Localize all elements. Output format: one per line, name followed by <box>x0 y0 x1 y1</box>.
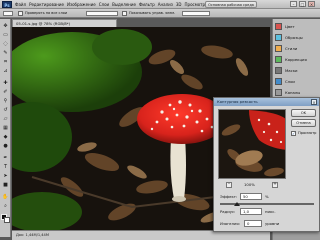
blur-tool-icon[interactable]: ◆ <box>1 133 10 141</box>
clone-stamp-tool-icon[interactable]: ⚲ <box>1 97 10 105</box>
brush-tool-icon[interactable]: ✐ <box>1 88 10 96</box>
channels-icon <box>275 88 282 96</box>
pen-tool-icon[interactable]: ✒ <box>1 154 10 162</box>
color-icon <box>275 22 282 30</box>
threshold-input[interactable]: 0 <box>244 220 262 227</box>
zoom-out-button[interactable]: – <box>226 182 232 188</box>
amount-slider-handle[interactable] <box>234 202 240 206</box>
crop-tool-icon[interactable]: ⌗ <box>1 58 10 66</box>
zoom-in-button[interactable]: + <box>272 182 278 188</box>
amount-unit: % <box>265 194 269 199</box>
move-tool-icon[interactable]: ✥ <box>1 22 10 30</box>
radius-label: Радиус: <box>220 209 236 214</box>
zoom-tool-icon[interactable]: ⌕ <box>1 202 10 210</box>
eraser-tool-icon[interactable]: ▱ <box>1 115 10 123</box>
zoom-level: 100% <box>244 182 255 187</box>
show-transform-checkbox[interactable] <box>122 11 127 16</box>
zoom-controls: – 100% + <box>218 182 286 188</box>
filter-preview[interactable] <box>218 109 286 179</box>
dock-item-swatches[interactable]: Образцы <box>275 32 319 42</box>
unsharp-mask-dialog: Контурная резкость × OK Отмена ✓ Просмот… <box>213 97 320 232</box>
auto-select-checkbox[interactable] <box>18 11 23 16</box>
dock-item-adjustments[interactable]: Коррекция <box>275 54 319 64</box>
maximize-button[interactable]: □ <box>299 1 306 7</box>
layers-icon <box>275 77 282 85</box>
dock-item-styles[interactable]: Стили <box>275 43 319 53</box>
tool-preset-picker[interactable] <box>3 11 13 16</box>
quick-select-tool-icon[interactable]: ✎ <box>1 49 10 57</box>
radius-input[interactable]: 1,0 <box>240 208 262 215</box>
threshold-label: Изогелия: <box>220 221 240 226</box>
dock-item-layers[interactable]: Слои <box>275 76 319 86</box>
menu-bar: Ps Файл Редактирование Изображение Слои … <box>0 0 320 9</box>
preview-image <box>219 110 285 178</box>
menu-select[interactable]: Выделение <box>112 2 136 7</box>
dock-item-color[interactable]: Цвет <box>275 21 319 31</box>
menu-file[interactable]: Файл <box>15 2 26 7</box>
threshold-unit: уровни <box>265 221 280 226</box>
amount-input[interactable]: 50 <box>240 193 262 200</box>
dialog-title[interactable]: Контурная резкость <box>214 98 319 106</box>
close-icon[interactable]: × <box>311 99 317 105</box>
menu-image[interactable]: Изображение <box>67 2 96 7</box>
eyedropper-tool-icon[interactable]: ⊿ <box>1 67 10 75</box>
shape-tool-icon[interactable]: ■ <box>1 181 10 189</box>
close-app-button[interactable]: × <box>308 1 315 7</box>
styles-icon <box>275 44 282 52</box>
dock-item-masks[interactable]: Маски <box>275 65 319 75</box>
menu-analysis[interactable]: Анализ <box>158 2 173 7</box>
photoshop-logo: Ps <box>2 0 12 8</box>
auto-select-label: Проверять на все слои <box>25 11 68 15</box>
healing-tool-icon[interactable]: ✚ <box>1 79 10 87</box>
dock-item-channels[interactable]: Каналы <box>275 87 319 97</box>
workspace-switcher-button[interactable]: Основная рабочая среда <box>205 1 257 8</box>
menu-3d[interactable]: 3D <box>176 2 182 7</box>
lasso-tool-icon[interactable]: ◌ <box>1 40 10 48</box>
marquee-tool-icon[interactable]: ▭ <box>1 31 10 39</box>
show-transform-label: Показывать управ. элем. <box>129 11 176 15</box>
auto-select-dropdown[interactable] <box>86 11 118 16</box>
menu-filter[interactable]: Фильтр <box>139 2 155 7</box>
toolbox: ✥ ▭ ◌ ✎ ⌗ ⊿ ✚ ✐ ⚲ ↺ ▱ ▦ ◆ ● ✒ T ➤ ■ ✋ ⌕ <box>0 19 11 237</box>
align-buttons[interactable] <box>182 11 210 16</box>
ok-button[interactable]: OK <box>291 109 316 117</box>
dodge-tool-icon[interactable]: ● <box>1 142 10 150</box>
history-brush-tool-icon[interactable]: ↺ <box>1 106 10 114</box>
type-tool-icon[interactable]: T <box>1 163 10 171</box>
menu-edit[interactable]: Редактирование <box>29 2 64 7</box>
amount-label: Эффект: <box>220 194 238 199</box>
path-select-tool-icon[interactable]: ➤ <box>1 172 10 180</box>
masks-icon <box>275 66 282 74</box>
options-bar: Проверять на все слои Показывать управ. … <box>0 9 320 18</box>
menu-layers[interactable]: Слои <box>99 2 109 7</box>
hand-tool-icon[interactable]: ✋ <box>1 193 10 201</box>
minimize-button[interactable]: – <box>290 1 297 7</box>
photoshop-window: Ps Файл Редактирование Изображение Слои … <box>0 0 320 240</box>
swatches-icon <box>275 33 282 41</box>
radius-unit: пикс. <box>265 209 276 214</box>
menu-view[interactable]: Просмотр <box>185 2 206 7</box>
cancel-button[interactable]: Отмена <box>291 119 316 127</box>
background-color-swatch[interactable] <box>4 217 10 223</box>
adjustments-icon <box>275 55 282 63</box>
preview-checkbox[interactable]: ✓ <box>291 131 296 136</box>
gradient-tool-icon[interactable]: ▦ <box>1 124 10 132</box>
document-tab[interactable]: 05-01-s.jpg @ 78% (RGB/8*) <box>12 19 117 27</box>
preview-checkbox-label: Просмотр <box>298 131 317 135</box>
